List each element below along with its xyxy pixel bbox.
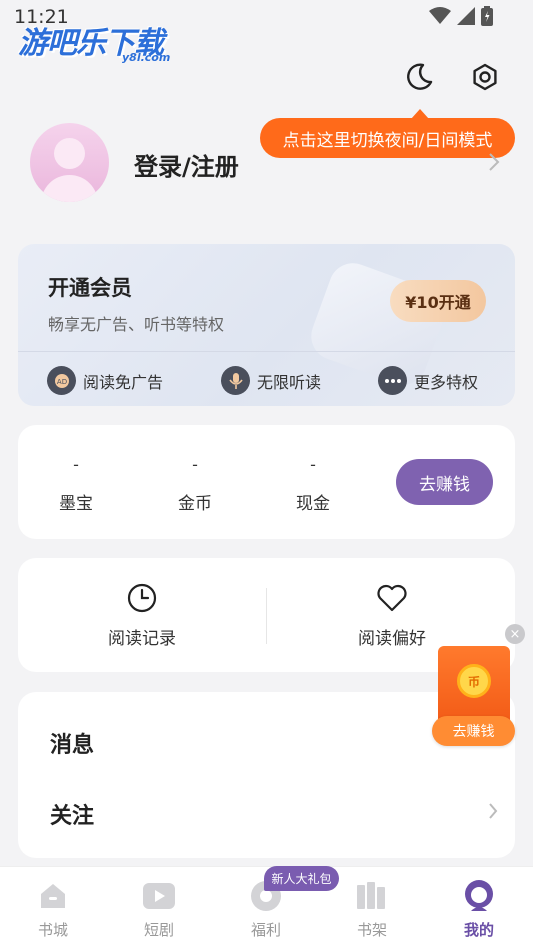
perk-ad-free[interactable]: AD 阅读免广告 bbox=[47, 366, 163, 395]
wallet-label: 金币 bbox=[178, 494, 212, 514]
perk-unlimited-listen[interactable]: 无限听读 bbox=[221, 366, 321, 395]
chevron-right-icon bbox=[488, 802, 498, 824]
avatar[interactable] bbox=[30, 123, 109, 202]
floating-earn-button[interactable]: 去赚钱 bbox=[432, 716, 515, 746]
wallet-label: 现金 bbox=[296, 494, 330, 514]
nav-label: 书城 bbox=[37, 921, 68, 939]
nav-item-bookstore[interactable]: 书城 bbox=[18, 879, 88, 940]
vip-title: 开通会员 bbox=[48, 276, 132, 300]
profile-icon bbox=[465, 880, 493, 911]
vip-open-button[interactable]: ¥10开通 bbox=[390, 280, 486, 322]
wallet-value: - bbox=[192, 455, 198, 474]
ad-free-icon: AD bbox=[47, 366, 76, 395]
wallet-card: - 墨宝 - 金币 - 现金 去赚钱 bbox=[18, 425, 515, 539]
login-register-link[interactable]: 登录/注册 bbox=[134, 147, 239, 182]
new-user-gift-badge: 新人大礼包 bbox=[264, 866, 339, 891]
svg-text:AD: AD bbox=[56, 378, 66, 386]
chevron-right-icon bbox=[488, 152, 500, 176]
nav-label: 福利 bbox=[250, 921, 281, 939]
close-float-button[interactable]: × bbox=[505, 624, 525, 644]
vip-card[interactable]: 开通会员 畅享无广告、听书等特权 ¥10开通 AD 阅读免广告 无限听读 更多特… bbox=[18, 244, 515, 406]
nav-item-short-drama[interactable]: 短剧 bbox=[124, 879, 194, 940]
menu-item-follow[interactable]: 关注 bbox=[50, 798, 94, 830]
wallet-item-mobao[interactable]: - 墨宝 bbox=[36, 455, 116, 514]
floating-earn-widget[interactable]: 币 bbox=[438, 646, 510, 726]
earn-money-button[interactable]: 去赚钱 bbox=[396, 459, 493, 505]
play-icon bbox=[143, 883, 175, 909]
wallet-value: - bbox=[73, 455, 79, 474]
perk-label: 更多特权 bbox=[414, 372, 479, 392]
nav-label: 我的 bbox=[463, 921, 494, 939]
clock-icon bbox=[127, 583, 157, 613]
nav-label: 短剧 bbox=[143, 921, 174, 939]
night-mode-tooltip[interactable]: 点击这里切换夜间/日间模式 bbox=[260, 118, 515, 158]
wallet-value: - bbox=[310, 455, 316, 474]
wallet-item-cash[interactable]: - 现金 bbox=[273, 455, 353, 514]
watermark-logo: 游吧乐下载 y8l.com bbox=[18, 18, 170, 64]
watermark-sub: y8l.com bbox=[122, 51, 171, 64]
more-icon bbox=[378, 366, 407, 395]
reading-history-label: 阅读记录 bbox=[108, 629, 176, 649]
nav-item-bookshelf[interactable]: 书架 bbox=[337, 879, 407, 940]
perk-label: 阅读免广告 bbox=[83, 372, 164, 392]
home-icon bbox=[41, 884, 65, 908]
reading-history-button[interactable]: 阅读记录 bbox=[72, 582, 212, 649]
wallet-label: 墨宝 bbox=[59, 494, 93, 514]
battery-icon bbox=[481, 6, 493, 26]
wifi-icon bbox=[429, 7, 451, 24]
reading-preference-label: 阅读偏好 bbox=[358, 629, 426, 649]
settings-icon[interactable] bbox=[468, 60, 502, 94]
reading-preference-button[interactable]: 阅读偏好 bbox=[322, 582, 462, 649]
coin-icon: 币 bbox=[457, 664, 491, 698]
perk-label: 无限听读 bbox=[257, 372, 322, 392]
nav-item-mine[interactable]: 我的 bbox=[444, 879, 514, 940]
vip-subtitle: 畅享无广告、听书等特权 bbox=[48, 315, 225, 334]
moon-icon[interactable] bbox=[402, 60, 436, 94]
heart-icon bbox=[377, 584, 407, 612]
menu-item-messages[interactable]: 消息 bbox=[50, 727, 94, 759]
perk-more[interactable]: 更多特权 bbox=[378, 366, 478, 395]
nav-label: 书架 bbox=[356, 921, 387, 939]
bookshelf-icon bbox=[357, 882, 385, 909]
signal-icon bbox=[457, 7, 475, 25]
status-icons bbox=[429, 6, 493, 26]
microphone-icon bbox=[221, 366, 250, 395]
wallet-item-coins[interactable]: - 金币 bbox=[155, 455, 235, 514]
